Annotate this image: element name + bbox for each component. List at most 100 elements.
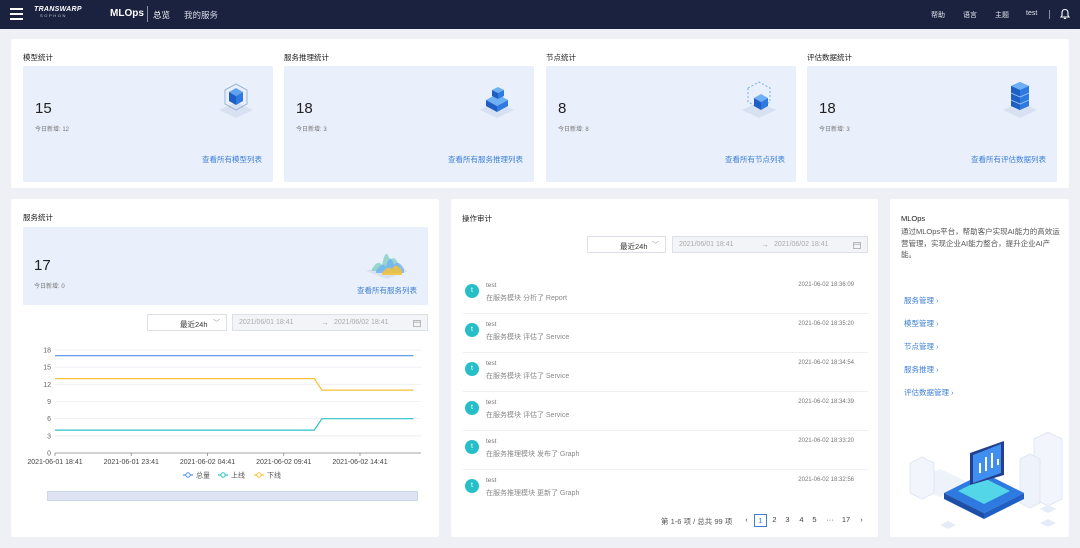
service-range-start: 2021/06/01 18:41 xyxy=(239,319,294,326)
y-tick-label: 9 xyxy=(47,399,51,406)
audit-time: 2021-06-02 18:34:39 xyxy=(798,399,854,405)
series-line-2 xyxy=(55,418,414,431)
help-link[interactable]: 帮助 xyxy=(931,10,945,20)
audit-range-end: 2021/06/02 18:41 xyxy=(774,241,829,248)
pagination-prev[interactable]: ‹ xyxy=(741,514,752,527)
avatar: t xyxy=(465,401,479,415)
x-tick-label: 2021-06-01 18:41 xyxy=(27,459,82,466)
audit-user: test xyxy=(486,438,497,445)
chevron-down-icon: ﹀ xyxy=(213,320,220,327)
view-all-models-link[interactable]: 查看所有模型列表 xyxy=(202,154,262,165)
nav-overview[interactable]: 总览 xyxy=(153,9,170,21)
header-divider xyxy=(147,6,148,22)
chart-zoom-scrollbar[interactable] xyxy=(47,491,418,501)
language-link[interactable]: 语言 xyxy=(963,10,977,20)
nav-my-services[interactable]: 我的服务 xyxy=(184,9,218,21)
service-date-range-picker[interactable]: 2021/06/01 18:41 → 2021/06/02 18:41 xyxy=(232,314,428,331)
service-stats-card: 17 今日新增: 0 查看所有服务列表 xyxy=(23,227,428,305)
audit-date-range-picker[interactable]: 2021/06/01 18:41 → 2021/06/02 18:41 xyxy=(672,236,868,253)
audit-time: 2021-06-02 18:32:56 xyxy=(798,477,854,483)
view-all-services-link[interactable]: 查看所有服务列表 xyxy=(357,285,417,296)
view-all-inference-link[interactable]: 查看所有服务推理列表 xyxy=(448,154,523,165)
chevron-right-icon: › xyxy=(936,296,939,305)
pagination-page-3[interactable]: 3 xyxy=(782,514,793,527)
link-service-inference[interactable]: 服务推理 › xyxy=(904,364,939,375)
audit-message: 在服务推理模块 更新了 Graph xyxy=(486,490,580,497)
link-label: 服务管理 xyxy=(904,296,934,305)
pagination-page-5[interactable]: 5 xyxy=(809,514,820,527)
audit-list: t test 在服务模块 分析了 Report 2021-06-02 18:36… xyxy=(463,275,868,509)
model-today-new: 今日新增: 12 xyxy=(35,127,70,133)
brand-logo[interactable]: TRANSWARP SOPHON xyxy=(34,6,86,24)
logo-text: TRANSWARP xyxy=(34,6,82,13)
bell-icon[interactable] xyxy=(1059,8,1071,20)
pagination-next[interactable]: › xyxy=(856,514,867,527)
inference-cubes-icon xyxy=(480,87,514,118)
hamburger-menu-icon[interactable] xyxy=(10,8,23,20)
link-service-management[interactable]: 服务管理 › xyxy=(904,295,939,306)
audit-time: 2021-06-02 18:34:54 xyxy=(798,360,854,366)
statistics-panel: 模型统计 15 今日新增: 12 查看所有模型列表 服务推理统计 18 今日新增… xyxy=(11,39,1069,188)
view-all-eval-data-link[interactable]: 查看所有评估数据列表 xyxy=(971,154,1046,165)
pagination: 第 1-6 项 / 总共 99 项 ‹ 1 2 3 4 5 ··· 17 › xyxy=(451,514,878,528)
legend-marker-dot xyxy=(220,472,226,478)
service-stats-panel: 服务统计 17 今日新增: 0 查看所有服务列表 最近24h ﹀ 2021/06… xyxy=(11,199,439,537)
calendar-icon xyxy=(853,242,861,249)
service-stats-title: 服务统计 xyxy=(23,213,53,222)
model-stats-title: 模型统计 xyxy=(23,53,53,62)
audit-time-range-select[interactable]: 最近24h ﹀ xyxy=(587,236,666,253)
avatar: t xyxy=(465,479,479,493)
audit-user: test xyxy=(486,399,497,406)
list-item: t test 在服务模块 评估了 Service 2021-06-02 18:3… xyxy=(463,314,868,353)
x-tick-label: 2021-06-02 09:41 xyxy=(256,459,311,466)
pagination-page-last[interactable]: 17 xyxy=(840,514,852,527)
legend-marker-dot xyxy=(185,472,191,478)
y-tick-label: 3 xyxy=(47,433,51,440)
chevron-right-icon: › xyxy=(936,342,939,351)
list-item: t test 在服务推理模块 发布了 Graph 2021-06-02 18:3… xyxy=(463,431,868,470)
model-cube-icon xyxy=(219,83,253,118)
inference-stats-title: 服务推理统计 xyxy=(284,53,329,62)
node-cube-icon xyxy=(742,81,776,118)
logo-subtext: SOPHON xyxy=(40,13,67,18)
x-tick-label: 2021-06-02 04:41 xyxy=(180,459,235,466)
model-stats-card: 15 今日新增: 12 查看所有模型列表 xyxy=(23,66,273,182)
arrow-right-icon: → xyxy=(321,318,329,327)
link-node-management[interactable]: 节点管理 › xyxy=(904,341,939,352)
link-eval-data-management[interactable]: 评估数据管理 › xyxy=(904,387,954,398)
node-count: 8 xyxy=(558,100,567,117)
user-menu[interactable]: test xyxy=(1026,10,1037,17)
database-stack-icon xyxy=(1003,82,1037,118)
eval-data-today-new: 今日新增: 3 xyxy=(819,127,850,133)
audit-time: 2021-06-02 18:35:20 xyxy=(798,321,854,327)
y-tick-label: 15 xyxy=(43,365,51,372)
service-today-new: 今日新增: 0 xyxy=(34,284,65,290)
pagination-page-1[interactable]: 1 xyxy=(754,514,767,527)
laptop-server-illustration-icon xyxy=(909,431,1063,529)
link-model-management[interactable]: 模型管理 › xyxy=(904,318,939,329)
audit-user: test xyxy=(486,321,497,328)
audit-message: 在服务推理模块 发布了 Graph xyxy=(486,451,580,458)
service-count: 17 xyxy=(34,257,51,274)
theme-link[interactable]: 主题 xyxy=(995,10,1009,20)
list-item: t test 在服务模块 评估了 Service 2021-06-02 18:3… xyxy=(463,392,868,431)
mlops-description: 通过MLOps平台，帮助客户实现AI能力的高效运营管理，实现企业AI能力整合，提… xyxy=(901,227,1060,259)
y-tick-label: 0 xyxy=(47,451,51,458)
arrow-right-icon: → xyxy=(761,240,769,249)
legend-label: 上线 xyxy=(231,471,245,480)
pagination-page-2[interactable]: 2 xyxy=(769,514,780,527)
audit-time: 2021-06-02 18:33:20 xyxy=(798,438,854,444)
chevron-right-icon: › xyxy=(936,319,939,328)
inference-stats-card: 18 今日新增: 3 查看所有服务推理列表 xyxy=(284,66,534,182)
service-time-range-select[interactable]: 最近24h ﹀ xyxy=(147,314,227,331)
audit-message: 在服务模块 评估了 Service xyxy=(486,412,570,419)
node-today-new: 今日新增: 8 xyxy=(558,127,589,133)
chevron-down-icon: ﹀ xyxy=(652,242,659,249)
x-tick-label: 2021-06-01 23:41 xyxy=(104,459,159,466)
avatar: t xyxy=(465,284,479,298)
chevron-right-icon: › xyxy=(936,365,939,374)
pagination-ellipsis[interactable]: ··· xyxy=(822,514,838,527)
pagination-page-4[interactable]: 4 xyxy=(796,514,807,527)
view-all-nodes-link[interactable]: 查看所有节点列表 xyxy=(725,154,785,165)
list-item: t test 在服务模块 分析了 Report 2021-06-02 18:36… xyxy=(463,275,868,314)
